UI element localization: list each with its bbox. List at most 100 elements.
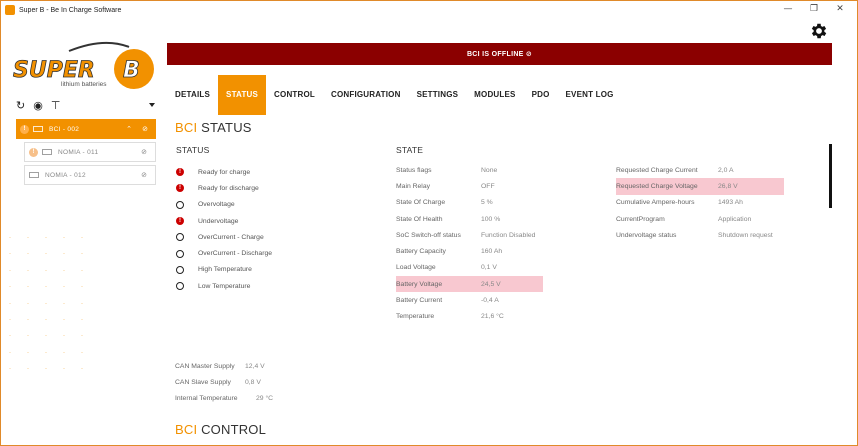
bci-control-title: BCI CONTROL	[175, 422, 266, 437]
state-column-2: Requested Charge Current 2,0 A Requested …	[616, 162, 784, 243]
state-row: Main Relay OFF	[396, 178, 543, 194]
offline-plug-icon: ⊘	[141, 148, 147, 156]
offline-plug-icon: ⊘	[525, 50, 533, 58]
status-item: High Temperature	[176, 262, 376, 278]
maximize-button[interactable]: ❐	[801, 3, 827, 15]
device-item-nomia-011[interactable]: ! NOMIA - 011 ⊘	[24, 142, 156, 162]
tab-status[interactable]: STATUS	[218, 75, 267, 115]
battery-icon	[42, 149, 52, 155]
status-label: Ready for charge	[198, 168, 251, 176]
main-tabs: DETAILS STATUS CONTROL CONFIGURATION SET…	[167, 75, 622, 115]
status-item: ! Ready for charge	[176, 164, 376, 180]
chevron-up-icon[interactable]: ⌃	[126, 125, 132, 133]
status-label: Low Temperature	[198, 282, 251, 290]
svg-text:SUPER: SUPER	[13, 58, 95, 83]
state-key: Battery Capacity	[396, 248, 446, 256]
state-row: Undervoltage status Shutdown request	[616, 227, 784, 243]
state-value: -0,4 A	[481, 297, 499, 305]
state-row: Temperature 21,6 °C	[396, 309, 543, 325]
window-controls: — ❐ ✕	[775, 3, 853, 15]
state-row: State Of Health 100 %	[396, 211, 543, 227]
app-icon	[5, 5, 15, 15]
status-label: Overvoltage	[198, 201, 235, 209]
status-label: OverCurrent - Charge	[198, 233, 264, 241]
error-icon: !	[176, 184, 184, 193]
tab-configuration[interactable]: CONFIGURATION	[323, 75, 409, 115]
sidebar-dot-grid: · · · · · · · · · · · · · · · · · · · · · · · · · · · · · · · · · ·…	[9, 235, 83, 373]
network-icon[interactable]: ⊤	[51, 99, 61, 112]
status-label: High Temperature	[198, 266, 252, 274]
settings-gear-icon[interactable]	[809, 21, 829, 41]
warning-icon: !	[29, 147, 38, 157]
supply-list: CAN Master Supply 12,4 V CAN Slave Supply…	[175, 358, 335, 407]
close-button[interactable]: ✕	[827, 3, 853, 15]
state-value: Function Disabled	[481, 231, 536, 239]
state-heading: STATE	[396, 145, 424, 155]
supply-row: CAN Master Supply 12,4 V	[175, 358, 335, 374]
device-item-nomia-012[interactable]: NOMIA - 012 ⊘	[24, 165, 156, 185]
state-value: 100 %	[481, 215, 501, 223]
status-heading: STATUS	[176, 145, 210, 155]
supply-value: 29 °C	[256, 395, 274, 403]
state-value: Shutdown request	[718, 231, 773, 239]
state-row: SoC Switch-off status Function Disabled	[396, 227, 543, 243]
state-row: Cumulative Ampere-hours 1493 Ah	[616, 195, 784, 211]
logo-tagline: lithium batteries	[61, 81, 107, 88]
state-value: 2,0 A	[718, 166, 734, 174]
state-key: Load Voltage	[396, 264, 436, 272]
refresh-icon[interactable]: ↻	[16, 99, 25, 112]
bci-status-title: BCI STATUS	[175, 120, 252, 135]
status-item: ! Ready for discharge	[176, 180, 376, 196]
state-value: 24,5 V	[481, 280, 501, 288]
tab-pdo[interactable]: PDO	[524, 75, 558, 115]
supply-value: 12,4 V	[245, 362, 265, 370]
title-rest: STATUS	[201, 120, 252, 135]
tab-details[interactable]: DETAILS	[167, 75, 218, 115]
supply-value: 0,8 V	[245, 378, 261, 386]
offline-plug-icon: ⊘	[142, 125, 148, 133]
vertical-scrollbar[interactable]	[829, 144, 832, 208]
status-item: Overvoltage	[176, 197, 376, 213]
state-key: Main Relay	[396, 182, 430, 190]
banner-text: BCI IS OFFLINE	[466, 51, 524, 58]
error-icon: !	[176, 168, 184, 177]
super-b-logo: SUPER B lithium batteries	[9, 39, 157, 93]
supply-row: Internal Temperature 29 °C	[175, 391, 335, 407]
state-key: Temperature	[396, 313, 435, 321]
state-value: 5 %	[481, 199, 493, 207]
supply-key: CAN Slave Supply	[175, 378, 231, 386]
device-list: ! BCI - 002 ⌃ ⊘ ! NOMIA - 011 ⊘ NOMIA - …	[16, 119, 156, 188]
state-row: State Of Charge 5 %	[396, 195, 543, 211]
tab-control[interactable]: CONTROL	[266, 75, 323, 115]
state-column-1: Status flags None Main Relay OFF State Of …	[396, 162, 543, 325]
dropdown-caret-icon[interactable]	[149, 103, 155, 107]
device-label: BCI - 002	[49, 125, 80, 133]
state-value: None	[481, 166, 498, 174]
state-value: 1493 Ah	[718, 199, 743, 207]
status-item: ! Undervoltage	[176, 213, 376, 229]
tab-settings[interactable]: SETTINGS	[409, 75, 467, 115]
state-value: 0,1 V	[481, 264, 497, 272]
state-value: 26,8 V	[718, 182, 738, 190]
device-item-bci-002[interactable]: ! BCI - 002 ⌃ ⊘	[16, 119, 156, 139]
supply-row: CAN Slave Supply 0,8 V	[175, 374, 335, 390]
state-key: Requested Charge Current	[616, 166, 698, 174]
state-key: Status flags	[396, 166, 432, 174]
state-key: SoC Switch-off status	[396, 231, 461, 239]
status-label: OverCurrent - Discharge	[198, 250, 273, 258]
status-item: Low Temperature	[176, 278, 376, 294]
state-key: Battery Voltage	[396, 280, 443, 288]
battery-icon	[29, 172, 39, 178]
state-value: 160 Ah	[481, 248, 503, 256]
status-list: ! Ready for charge ! Ready for discharge O…	[176, 164, 376, 294]
ok-circle-icon	[176, 200, 184, 209]
minimize-button[interactable]: —	[775, 3, 801, 15]
sidebar-toolbar: ↻ ◉ ⊤	[16, 99, 60, 112]
tab-event-log[interactable]: EVENT LOG	[558, 75, 622, 115]
record-icon[interactable]: ◉	[33, 99, 43, 112]
tab-modules[interactable]: MODULES	[466, 75, 523, 115]
device-label: NOMIA - 011	[58, 148, 99, 156]
state-value: 21,6 °C	[481, 313, 504, 321]
state-value: OFF	[481, 182, 495, 190]
state-key: Undervoltage status	[616, 231, 677, 239]
